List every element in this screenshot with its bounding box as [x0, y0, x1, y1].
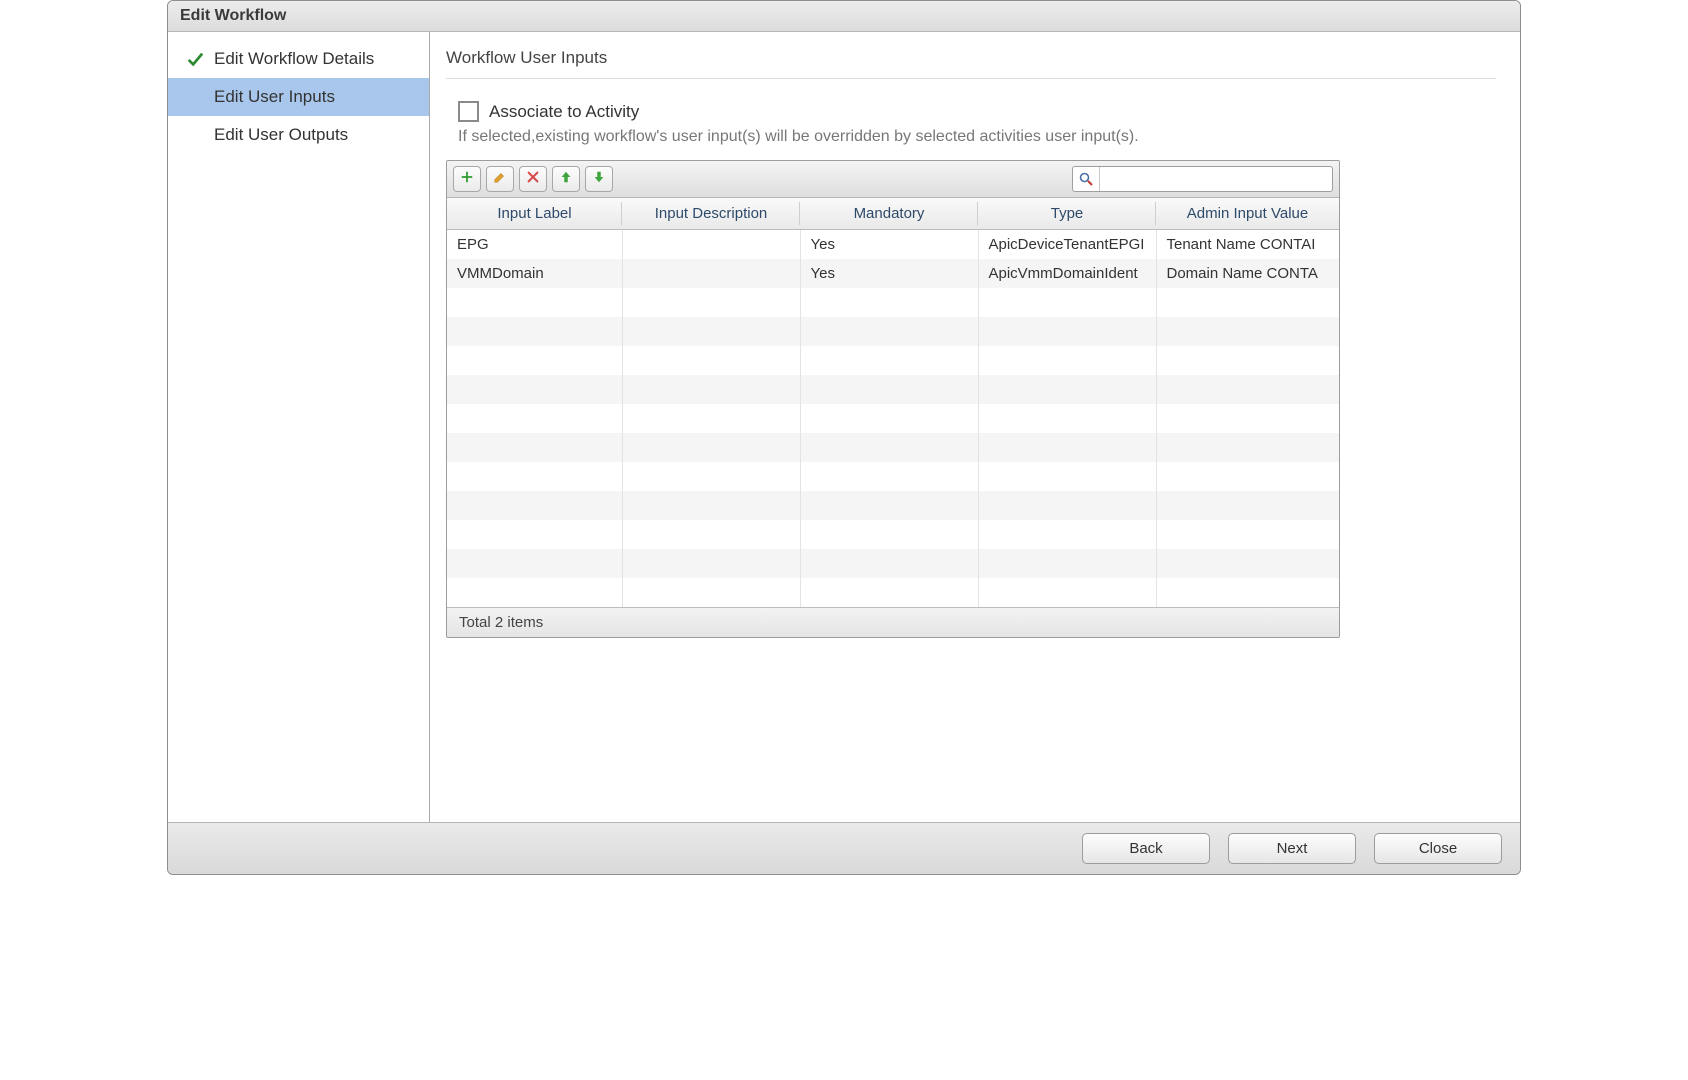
table-row[interactable]: VMMDomain YesApicVmmDomainIdentDomain Nam… — [447, 259, 1339, 288]
pencil-icon — [493, 170, 507, 188]
table-row-empty — [447, 549, 1339, 578]
close-button[interactable]: Close — [1374, 833, 1502, 864]
inputs-table: Input Label Input Description Mandatory … — [447, 198, 1340, 607]
table-row-empty — [447, 317, 1339, 346]
window-title: Edit Workflow — [168, 1, 1520, 32]
associate-help-text: If selected,existing workflow's user inp… — [458, 128, 1496, 146]
next-button[interactable]: Next — [1228, 833, 1356, 864]
col-input-label[interactable]: Input Label — [447, 198, 622, 230]
table-header-row: Input Label Input Description Mandatory … — [447, 198, 1339, 230]
table-row-empty — [447, 462, 1339, 491]
sidebar-item-edit-workflow-details[interactable]: Edit Workflow Details — [168, 40, 429, 78]
associate-label: Associate to Activity — [489, 102, 639, 122]
cell-label: EPG — [447, 230, 622, 260]
back-button[interactable]: Back — [1082, 833, 1210, 864]
table-row-empty — [447, 288, 1339, 317]
add-button[interactable] — [453, 166, 481, 192]
page-title: Workflow User Inputs — [446, 44, 1496, 79]
inputs-grid: Input Label Input Description Mandatory … — [446, 160, 1340, 638]
table-row-empty — [447, 520, 1339, 549]
col-admin-input-value[interactable]: Admin Input Value — [1156, 198, 1339, 230]
table-row-empty — [447, 375, 1339, 404]
col-input-description[interactable]: Input Description — [622, 198, 800, 230]
check-icon — [186, 50, 204, 68]
plus-icon — [460, 170, 474, 188]
edit-button[interactable] — [486, 166, 514, 192]
window-body: Edit Workflow Details Edit User Inputs E… — [168, 32, 1520, 822]
wizard-footer: Back Next Close — [168, 822, 1520, 874]
cell-label: VMMDomain — [447, 259, 622, 288]
sidebar-item-label: Edit User Inputs — [214, 87, 335, 107]
cell-mandatory: Yes — [800, 259, 978, 288]
grid-toolbar — [447, 161, 1339, 198]
cell-admin: Tenant Name CONTAI — [1156, 230, 1339, 260]
move-down-button[interactable] — [585, 166, 613, 192]
cell-mandatory: Yes — [800, 230, 978, 260]
table-row-empty — [447, 346, 1339, 375]
associate-row: Associate to Activity — [458, 101, 1496, 122]
table-row-empty — [447, 491, 1339, 520]
move-up-button[interactable] — [552, 166, 580, 192]
cell-type: ApicDeviceTenantEPGI — [978, 230, 1156, 260]
search-icon[interactable] — [1073, 167, 1100, 191]
arrow-down-icon — [592, 170, 606, 188]
step-icon — [186, 126, 204, 144]
associate-checkbox[interactable] — [458, 101, 479, 122]
edit-workflow-window: Edit Workflow Edit Workflow Details Edit… — [167, 0, 1521, 875]
wizard-sidebar: Edit Workflow Details Edit User Inputs E… — [168, 32, 430, 822]
delete-button[interactable] — [519, 166, 547, 192]
table-row-empty — [447, 433, 1339, 462]
table-row-empty — [447, 578, 1339, 607]
table-row[interactable]: EPG YesApicDeviceTenantEPGITenant Name CO… — [447, 230, 1339, 260]
sidebar-item-label: Edit Workflow Details — [214, 49, 374, 69]
cell-description — [622, 259, 800, 288]
sidebar-item-edit-user-inputs[interactable]: Edit User Inputs — [168, 78, 429, 116]
col-mandatory[interactable]: Mandatory — [800, 198, 978, 230]
sidebar-item-edit-user-outputs[interactable]: Edit User Outputs — [168, 116, 429, 154]
arrow-up-icon — [559, 170, 573, 188]
cell-description — [622, 230, 800, 260]
sidebar-item-label: Edit User Outputs — [214, 125, 348, 145]
cell-admin: Domain Name CONTA — [1156, 259, 1339, 288]
x-icon — [526, 170, 540, 188]
main-panel: Workflow User Inputs Associate to Activi… — [430, 32, 1520, 822]
search-input[interactable] — [1100, 171, 1332, 187]
table-row-empty — [447, 404, 1339, 433]
cell-type: ApicVmmDomainIdent — [978, 259, 1156, 288]
grid-search — [1072, 166, 1333, 192]
step-icon — [186, 88, 204, 106]
grid-footer: Total 2 items — [447, 607, 1339, 637]
col-type[interactable]: Type — [978, 198, 1156, 230]
